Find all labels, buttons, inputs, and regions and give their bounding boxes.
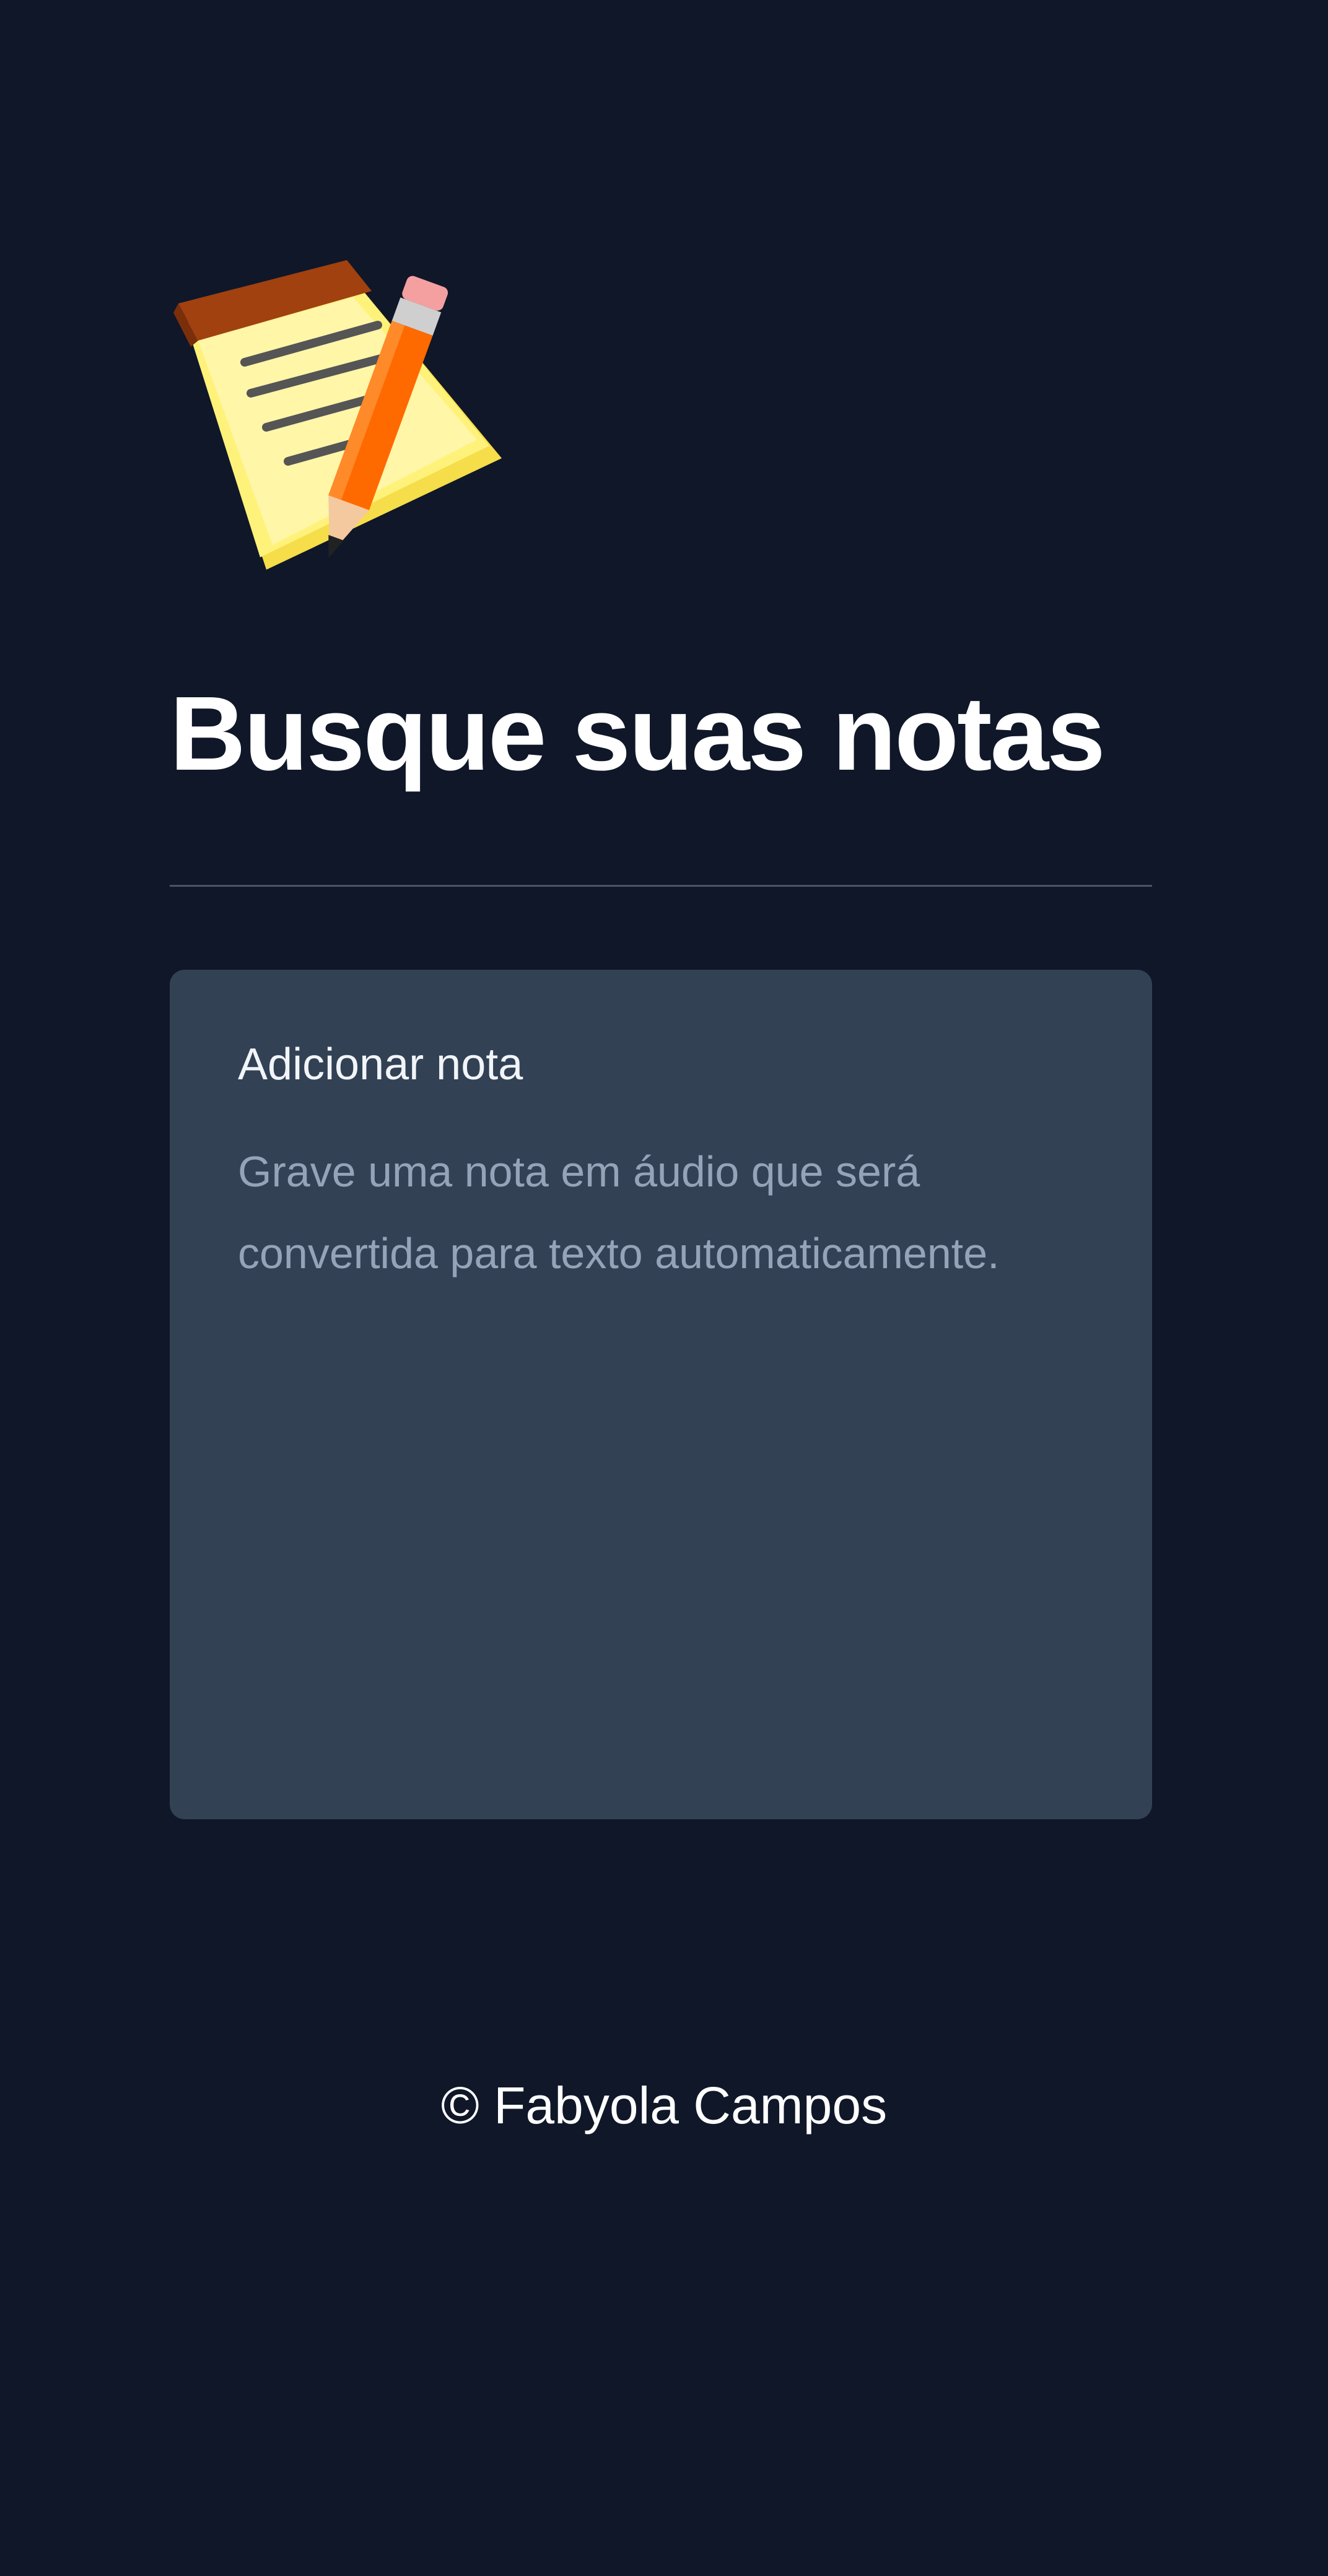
add-note-description: Grave uma nota em áudio que será convert…: [238, 1147, 1000, 1278]
page-title: Busque suas notas: [170, 675, 1106, 793]
add-note-card[interactable]: Adicionar nota Grave uma nota em áudio q…: [170, 970, 1152, 1819]
add-note-title: Adicionar nota: [238, 1040, 523, 1089]
page: Busque suas notas Adicionar nota Grave u…: [0, 0, 1328, 2576]
footer-copyright: © Fabyola Campos: [440, 2076, 888, 2134]
notepad-pencil-icon: [173, 254, 508, 601]
divider: [170, 885, 1152, 887]
